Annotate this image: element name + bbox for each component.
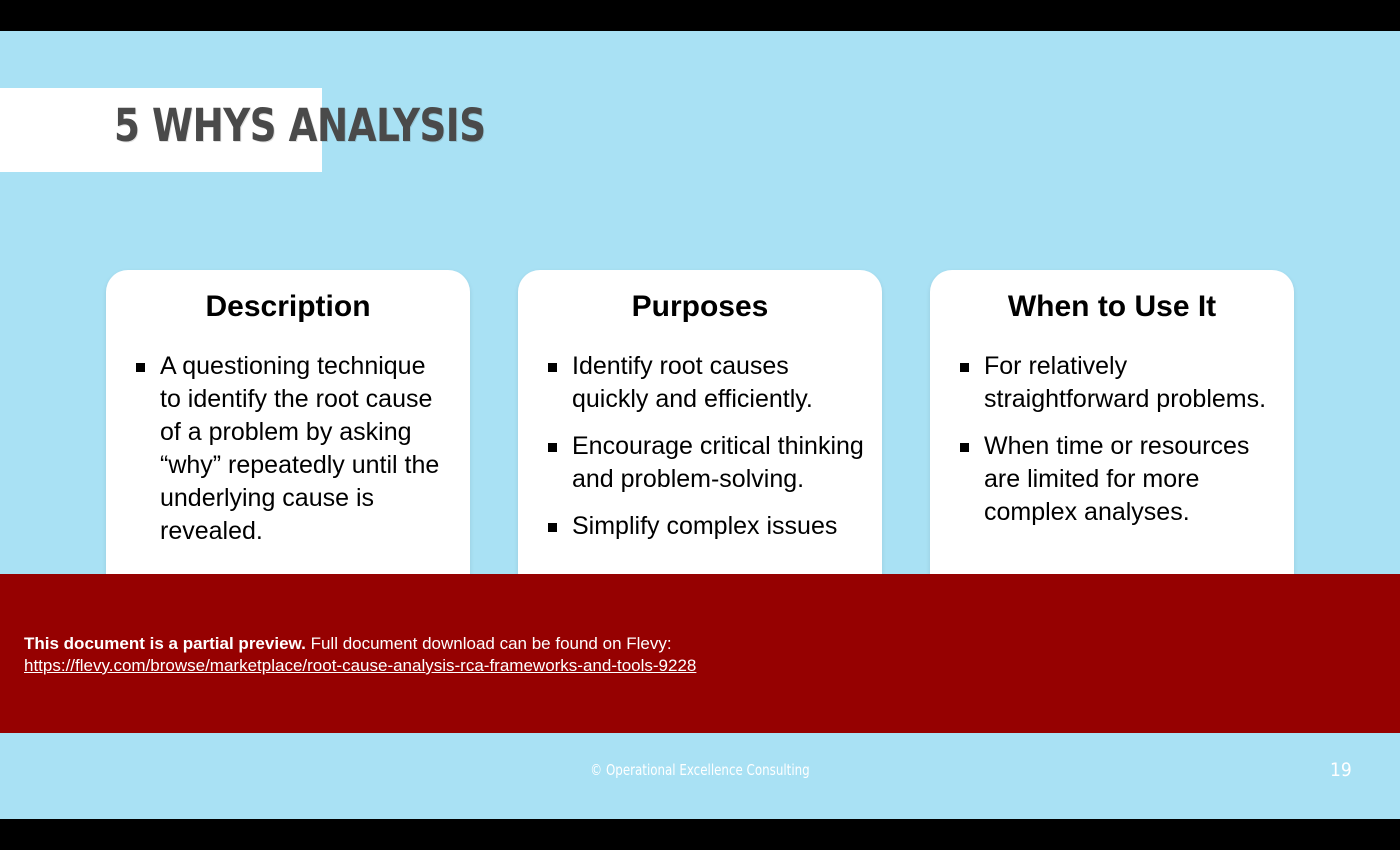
list-item-text: A questioning technique to identify the … <box>160 352 440 545</box>
slide-root: 5 Whys Analysis Description A questionin… <box>0 0 1400 850</box>
list-item: Encourage critical thinking and problem-… <box>542 430 864 496</box>
list-item-text: Encourage critical thinking and problem-… <box>572 432 864 493</box>
letterbox-bar-bottom <box>0 819 1400 850</box>
list-item: Simplify complex issues <box>542 510 864 543</box>
list-item: When time or resources are limited for m… <box>954 430 1276 529</box>
preview-banner-lead: This document is a partial preview. <box>24 634 306 653</box>
slide-canvas: 5 Whys Analysis Description A questionin… <box>0 31 1400 819</box>
list-item: A questioning technique to identify the … <box>130 350 452 548</box>
footer-page-number: 19 <box>1330 759 1352 781</box>
card-heading: Description <box>205 290 371 323</box>
list-item: For relatively straightforward problems. <box>954 350 1276 416</box>
list-item-text: Identify root causes quickly and efficie… <box>572 352 813 413</box>
card-heading: Purposes <box>631 290 769 323</box>
list-item-text: Simplify complex issues <box>572 512 838 540</box>
list-item-text: When time or resources are limited for m… <box>984 432 1250 526</box>
partial-preview-banner: This document is a partial preview. Full… <box>0 574 1400 733</box>
list-item: Identify root causes quickly and efficie… <box>542 350 864 416</box>
page-title: 5 Whys Analysis <box>114 99 486 152</box>
square-bullet-icon <box>960 363 969 372</box>
card-bullet-list: Identify root causes quickly and efficie… <box>518 350 882 543</box>
square-bullet-icon <box>548 443 557 452</box>
square-bullet-icon <box>960 443 969 452</box>
card-heading: When to Use It <box>1007 290 1217 323</box>
square-bullet-icon <box>548 523 557 532</box>
footer-copyright: © Operational Excellence Consulting <box>590 761 810 779</box>
square-bullet-icon <box>548 363 557 372</box>
square-bullet-icon <box>136 363 145 372</box>
card-bullet-list: A questioning technique to identify the … <box>106 350 470 548</box>
letterbox-bar-top <box>0 0 1400 31</box>
card-bullet-list: For relatively straightforward problems.… <box>930 350 1294 529</box>
preview-banner-body: Full document download can be found on F… <box>310 634 672 653</box>
preview-banner-text: This document is a partial preview. Full… <box>24 634 672 654</box>
list-item-text: For relatively straightforward problems. <box>984 352 1267 413</box>
preview-banner-link[interactable]: https://flevy.com/browse/marketplace/roo… <box>24 656 696 676</box>
